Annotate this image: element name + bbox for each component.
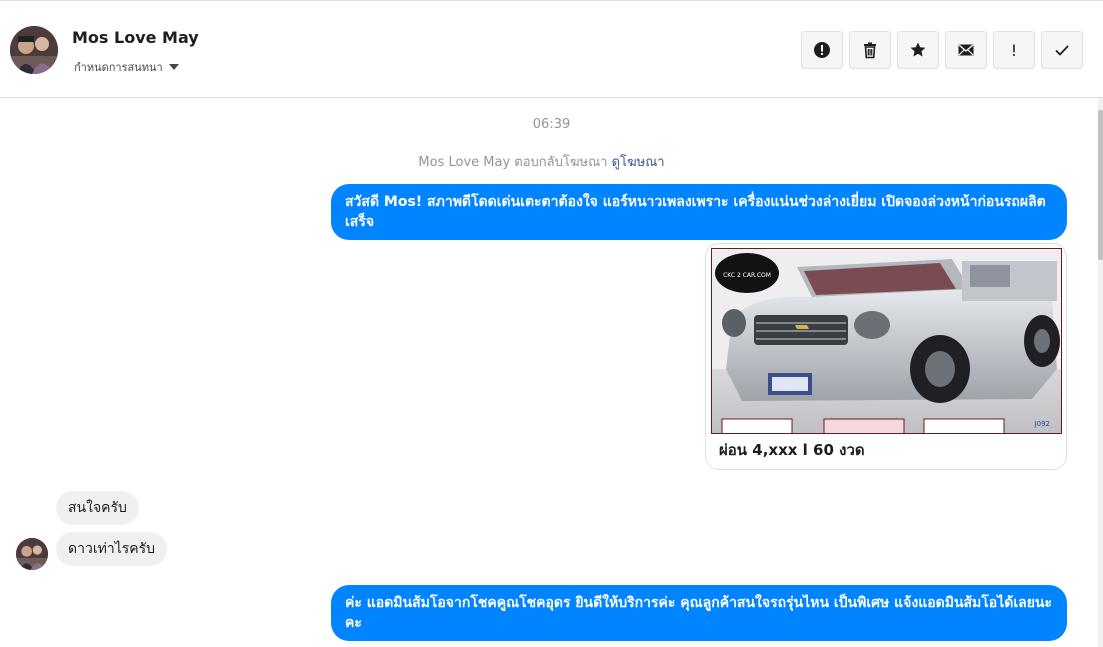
outgoing-message: สวัสดี Mos! สภาพดีโดดเด่นเตะตาต้องใจ แอร… [331, 184, 1067, 240]
ad-card-caption: ผ่อน 4,xxx l 60 งวด [719, 441, 865, 459]
conversation-header: Mos Love May กำหนดการสนทนา ! [0, 1, 1103, 98]
trash-icon [864, 42, 876, 59]
ad-reply-notice: Mos Love May ตอบกลับโฆษณา ดูโฆษณา [0, 151, 1083, 172]
exclamation-icon: ! [1010, 40, 1018, 60]
spam-button[interactable] [801, 31, 843, 69]
ad-reply-text: Mos Love May ตอบกลับโฆษณา [418, 155, 608, 170]
checkmark-icon [1055, 45, 1069, 56]
watermark-text: CKC 2 CAR.COM [723, 272, 771, 279]
assign-conversation-dropdown[interactable]: กำหนดการสนทนา [74, 58, 179, 76]
delete-button[interactable] [849, 31, 891, 69]
contact-avatar[interactable] [10, 26, 58, 74]
envelope-icon [958, 44, 974, 56]
mark-unread-button[interactable] [945, 31, 987, 69]
contact-name[interactable]: Mos Love May [72, 28, 199, 47]
plate-code-text: J092 [1034, 420, 1050, 428]
car-photo: CKC 2 CAR.COM J092 [711, 248, 1062, 434]
ad-card[interactable]: CKC 2 CAR.COM J092 ผ่อน 4,xxx l 60 งวด [705, 243, 1067, 470]
view-ad-link[interactable]: ดูโฆษณา [612, 155, 665, 170]
header-actions: ! [801, 31, 1083, 69]
incoming-message: สนใจครับ [56, 491, 139, 525]
message-timestamp: 06:39 [532, 117, 571, 132]
star-icon [910, 42, 926, 57]
chevron-down-icon [168, 64, 179, 70]
follow-up-button[interactable] [897, 31, 939, 69]
assign-label: กำหนดการสนทนา [74, 61, 163, 74]
alert-circle-icon [814, 42, 830, 58]
outgoing-message: ค่ะ แอดมินส้มโอจากโชคคูณโชคอุดร ยินดีให้… [331, 585, 1067, 641]
done-button[interactable] [1041, 31, 1083, 69]
scrollbar-thumb[interactable] [1098, 110, 1103, 260]
sender-avatar[interactable] [16, 538, 48, 570]
priority-button[interactable]: ! [993, 31, 1035, 69]
incoming-message: ดาวเท่าไรครับ [56, 532, 168, 566]
